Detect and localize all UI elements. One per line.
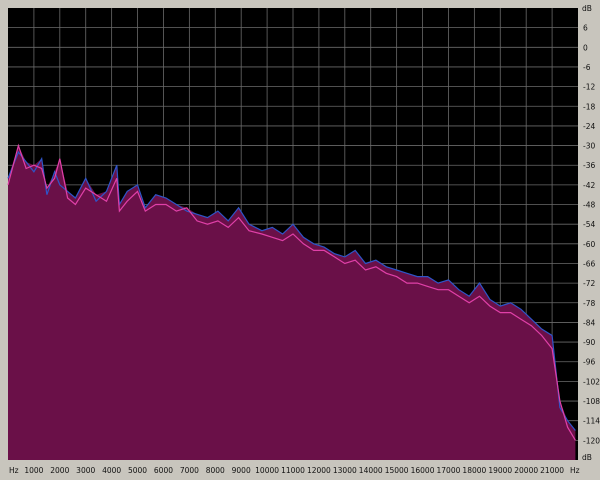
y-tick-label: -96 bbox=[583, 358, 595, 367]
x-unit-label-right: Hz bbox=[570, 466, 580, 475]
x-tick-label: 3000 bbox=[76, 466, 95, 475]
x-tick-label: 20000 bbox=[514, 466, 538, 475]
x-tick-label: 14000 bbox=[359, 466, 383, 475]
spectrum-analyzer-window: Hz 1000 2000 3000 4000 5000 6000 7000 8000 9000 1… bbox=[0, 0, 600, 480]
y-tick-label: -102 bbox=[583, 377, 600, 386]
x-tick-label: 15000 bbox=[385, 466, 409, 475]
x-tick-label: 17000 bbox=[437, 466, 461, 475]
y-tick-label: -120 bbox=[583, 436, 600, 445]
y-tick-label: -48 bbox=[583, 201, 595, 210]
x-tick-label: 4000 bbox=[102, 466, 121, 475]
y-tick-label: -30 bbox=[583, 142, 595, 151]
x-tick-label: 18000 bbox=[462, 466, 486, 475]
y-tick-label: -54 bbox=[583, 220, 595, 229]
x-tick-label: 19000 bbox=[488, 466, 512, 475]
x-tick-label: 7000 bbox=[180, 466, 199, 475]
x-tick-label: 16000 bbox=[411, 466, 435, 475]
y-tick-label: -108 bbox=[583, 397, 600, 406]
y-tick-label: -78 bbox=[583, 299, 595, 308]
x-tick-label: 9000 bbox=[232, 466, 251, 475]
y-tick-label: -90 bbox=[583, 338, 595, 347]
x-tick-label: 13000 bbox=[333, 466, 357, 475]
y-tick-label: -66 bbox=[583, 259, 595, 268]
y-tick-label: -36 bbox=[583, 161, 595, 170]
x-tick-label: 8000 bbox=[206, 466, 225, 475]
frequency-axis: Hz 1000 2000 3000 4000 5000 6000 7000 8000 9000 1… bbox=[9, 466, 564, 475]
y-tick-label: 0 bbox=[583, 43, 588, 52]
y-tick-label: -72 bbox=[583, 279, 595, 288]
y-tick-label: -42 bbox=[583, 181, 595, 190]
y-tick-label: -12 bbox=[583, 83, 595, 92]
y-tick-label: -114 bbox=[583, 417, 600, 426]
y-tick-label: -18 bbox=[583, 102, 595, 111]
x-unit-label: Hz bbox=[9, 466, 19, 475]
x-tick-label: 5000 bbox=[128, 466, 147, 475]
x-tick-label: 11000 bbox=[281, 466, 305, 475]
x-tick-label: 1000 bbox=[24, 466, 43, 475]
x-tick-label: 21000 bbox=[540, 466, 564, 475]
x-tick-label: 2000 bbox=[50, 466, 69, 475]
y-unit-label-top: dB bbox=[582, 4, 592, 13]
x-tick-label: 12000 bbox=[307, 466, 331, 475]
y-unit-label-bottom: dB bbox=[582, 453, 592, 462]
spectrum-chart[interactable]: Hz 1000 2000 3000 4000 5000 6000 7000 8000 9000 1… bbox=[0, 0, 600, 480]
y-tick-label: -60 bbox=[583, 240, 595, 249]
x-tick-label: 6000 bbox=[154, 466, 173, 475]
y-tick-label: -24 bbox=[583, 122, 595, 131]
y-tick-label: 6 bbox=[583, 24, 588, 33]
y-tick-label: -6 bbox=[583, 63, 591, 72]
y-tick-label: -84 bbox=[583, 318, 595, 327]
x-tick-label: 10000 bbox=[255, 466, 279, 475]
